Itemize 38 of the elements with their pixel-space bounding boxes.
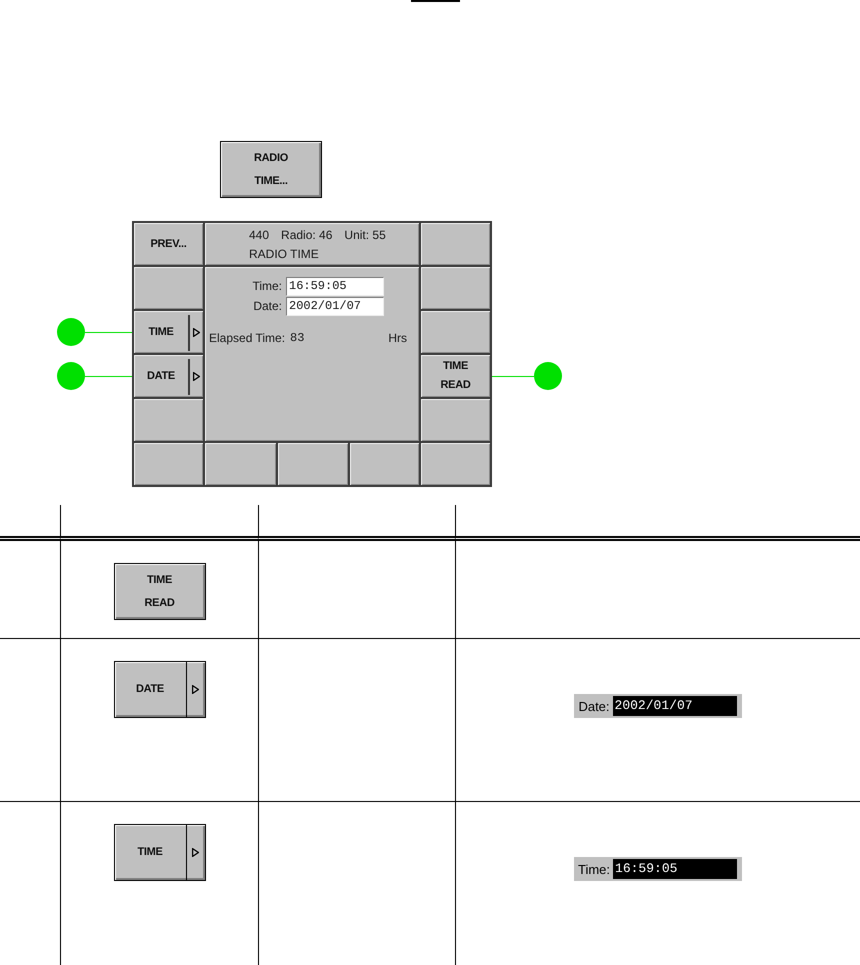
- soft-key[interactable]: DATE: [134, 355, 203, 397]
- caret-icon: [192, 685, 198, 694]
- field-label: Time:: [576, 862, 612, 876]
- caret-icon: [193, 328, 200, 336]
- field-label: Date:: [252, 298, 282, 315]
- soft-key[interactable]: [134, 399, 203, 441]
- soft-key[interactable]: [350, 443, 419, 485]
- soft-key[interactable]: [421, 399, 490, 441]
- screen-title: RADIO TIME: [249, 246, 320, 263]
- soft-key[interactable]: [421, 223, 490, 265]
- field-label: Date:: [577, 698, 611, 714]
- soft-key[interactable]: [205, 443, 276, 485]
- text-field[interactable]: 2002/01/07: [612, 696, 737, 716]
- soft-key[interactable]: [421, 443, 490, 485]
- soft-key[interactable]: PREV...: [134, 223, 203, 265]
- caret-icon: [193, 372, 200, 380]
- soft-key[interactable]: [134, 267, 203, 309]
- soft-key[interactable]: TIME: [114, 824, 206, 881]
- soft-key[interactable]: TIME READ: [421, 355, 490, 397]
- elapsed-value: 83: [290, 330, 304, 346]
- soft-key[interactable]: DATE: [114, 661, 206, 718]
- soft-key[interactable]: RADIO TIME...: [220, 141, 322, 198]
- status-text: Radio: 46: [281, 227, 332, 244]
- soft-key[interactable]: [421, 267, 490, 309]
- text-field[interactable]: 16:59:05: [613, 859, 738, 879]
- soft-key[interactable]: [278, 443, 348, 485]
- text-field[interactable]: 2002/01/07: [286, 297, 384, 316]
- soft-key[interactable]: [421, 311, 490, 353]
- text-field[interactable]: 16:59:05: [286, 277, 384, 296]
- status-text: 440: [249, 227, 270, 244]
- elapsed-label: Elapsed Time:: [209, 330, 286, 346]
- soft-key[interactable]: TIME READ: [114, 563, 206, 620]
- caret-icon: [192, 848, 198, 857]
- unit-label: Hrs: [388, 330, 407, 346]
- soft-key[interactable]: [134, 443, 203, 485]
- field-label: Time:: [251, 278, 282, 295]
- status-text: Unit: 55: [344, 227, 386, 244]
- soft-key[interactable]: TIME: [134, 311, 203, 353]
